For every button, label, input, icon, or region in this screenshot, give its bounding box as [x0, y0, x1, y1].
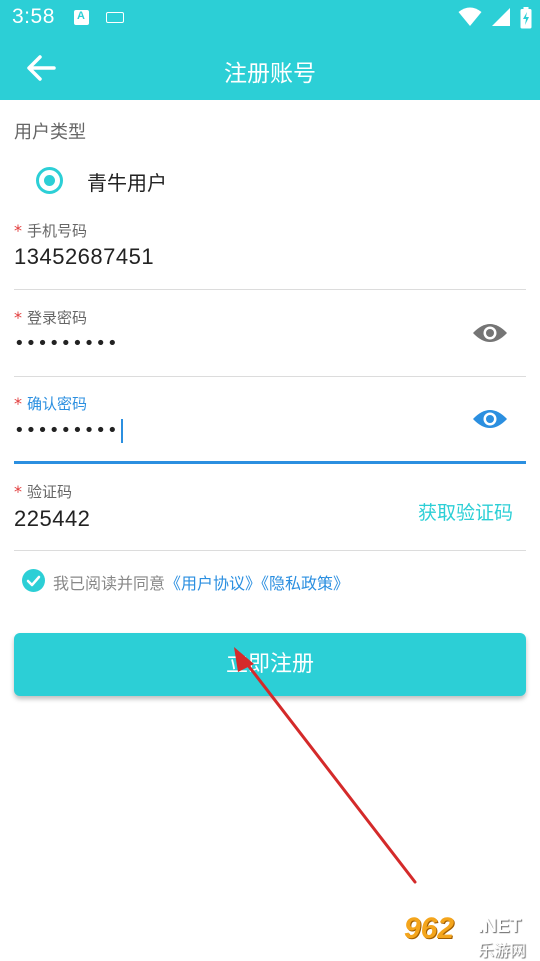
required-mark: *	[14, 221, 22, 240]
checkmark-icon	[26, 575, 41, 587]
user-type-option-label: 青牛用户	[87, 171, 167, 195]
phone-label: * 手机号码	[14, 220, 87, 241]
keyboard-icon	[106, 12, 124, 23]
watermark-name: 乐游网	[478, 941, 527, 960]
site-watermark: 962 .NET 乐游网	[402, 912, 536, 960]
phone-input[interactable]: 13452687451	[14, 244, 154, 270]
confirm-password-value: •••••••••	[14, 420, 119, 441]
radio-selected-icon	[36, 167, 63, 194]
watermark-number: 962	[404, 912, 455, 945]
phone-label-text: 手机号码	[27, 222, 88, 240]
status-time: 3:58	[12, 5, 55, 28]
password-label-text: 登录密码	[27, 309, 88, 327]
page-title: 注册账号	[224, 61, 316, 87]
wifi-icon	[458, 7, 482, 26]
cell-signal-icon	[491, 8, 510, 26]
register-submit-button[interactable]: 立即注册	[14, 633, 526, 696]
privacy-policy-link[interactable]: 《隐私政策》	[261, 574, 349, 593]
battery-charging-icon	[520, 7, 532, 29]
phone-divider	[14, 289, 526, 290]
status-icons	[454, 7, 532, 29]
confirm-password-divider	[14, 461, 526, 464]
code-input[interactable]: 225442	[14, 506, 90, 532]
password-input[interactable]: •••••••••	[14, 333, 119, 354]
password-label: * 登录密码	[14, 307, 87, 328]
confirm-password-field[interactable]: * 确认密码 •••••••••	[14, 393, 526, 465]
eye-icon[interactable]	[472, 407, 508, 431]
agreement-checkbox[interactable]	[22, 569, 45, 592]
get-code-button[interactable]: 获取验证码	[418, 498, 513, 525]
agreement-row: 我已阅读并同意《用户协议》《隐私政策》	[22, 569, 522, 593]
eye-icon[interactable]	[472, 321, 508, 345]
required-mark: *	[14, 482, 22, 501]
confirm-password-input[interactable]: •••••••••	[14, 419, 123, 443]
code-label-text: 验证码	[27, 483, 73, 501]
status-bar: 3:58 A	[0, 0, 540, 36]
code-field[interactable]: * 验证码 225442 获取验证码	[14, 481, 526, 553]
notification-a-letter: A	[77, 10, 85, 22]
code-divider	[14, 550, 526, 551]
user-type-label: 用户类型	[14, 122, 86, 143]
agreement-text: 我已阅读并同意《用户协议》《隐私政策》	[53, 570, 349, 594]
required-mark: *	[14, 394, 22, 413]
user-agreement-link[interactable]: 《用户协议》	[165, 574, 261, 593]
text-cursor	[120, 419, 123, 443]
confirm-password-label-text: 确认密码	[27, 395, 88, 413]
phone-field[interactable]: * 手机号码 13452687451	[14, 220, 526, 292]
code-label: * 验证码	[14, 481, 72, 502]
required-mark: *	[14, 308, 22, 327]
password-field[interactable]: * 登录密码 •••••••••	[14, 307, 526, 379]
app-bar: 注册账号	[0, 36, 540, 100]
watermark-suffix: .NET	[478, 916, 522, 937]
confirm-password-label: * 确认密码	[14, 393, 87, 414]
notification-a-icon: A	[74, 10, 89, 25]
password-divider	[14, 376, 526, 377]
agreement-prefix: 我已阅读并同意	[53, 574, 166, 593]
